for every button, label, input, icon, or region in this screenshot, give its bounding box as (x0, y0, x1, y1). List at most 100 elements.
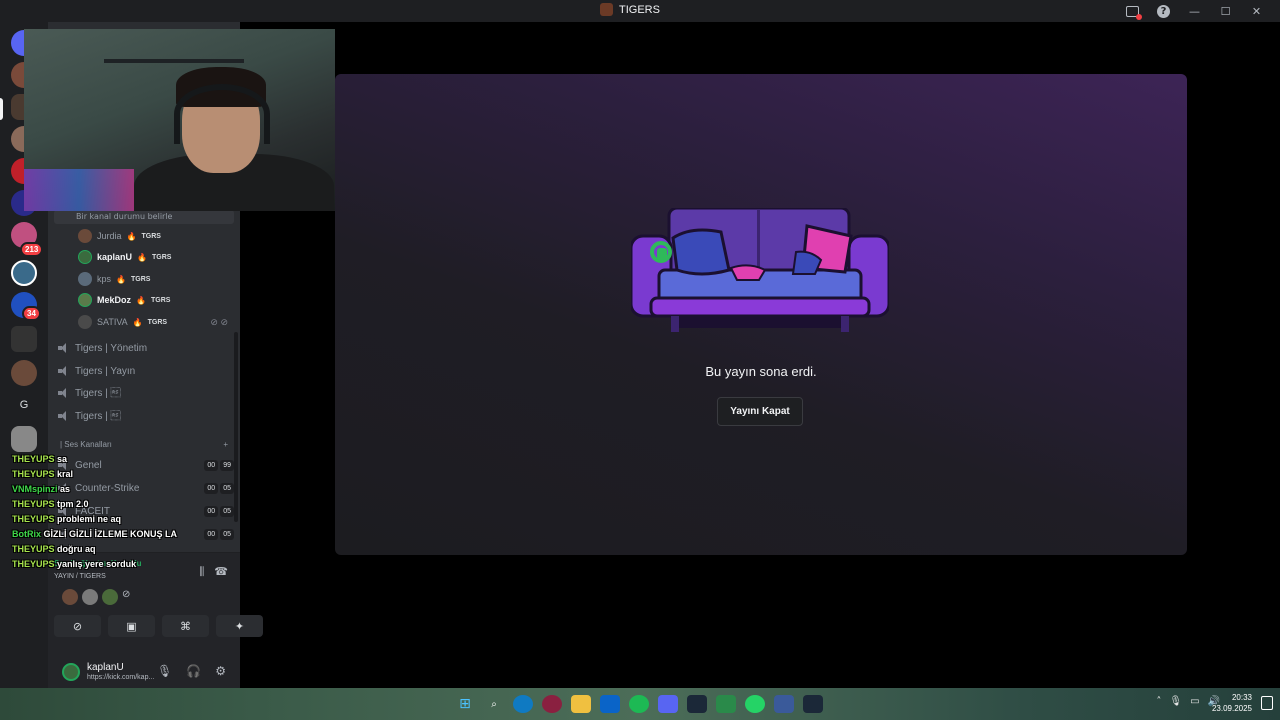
voice-channel[interactable]: Tigers | Yönetim (58, 338, 234, 358)
settings-icon[interactable]: ⚙ (215, 664, 226, 678)
unread-badge: 213 (20, 242, 44, 257)
notification-icon[interactable] (1261, 696, 1273, 710)
start-icon[interactable]: ⊞ (455, 695, 475, 713)
user-panel: kaplanU https://kick.com/kap... 🎙 🎧 ⚙ (48, 652, 240, 688)
category-header[interactable]: | Ses Kanalları + (60, 440, 228, 449)
maximize-button[interactable]: ☐ (1210, 3, 1241, 19)
app-icon[interactable] (542, 695, 562, 713)
headphones-icon[interactable]: 🎧 (186, 664, 201, 678)
channel-status-input[interactable]: Bir kanal durumu belirle (54, 210, 234, 224)
server-tag: TGRS (151, 253, 172, 261)
minimize-button[interactable]: — (1179, 3, 1210, 19)
network-icon[interactable]: ▭ (1190, 696, 1199, 707)
avatar[interactable] (82, 589, 98, 605)
outlook-icon[interactable] (600, 695, 620, 713)
server-icon-7[interactable] (11, 260, 37, 286)
server-icon-9[interactable] (11, 326, 37, 352)
selected-server-indicator (0, 98, 3, 120)
chat-message: THEYUPS problemi ne aq (12, 514, 122, 524)
help-icon: ? (1157, 4, 1170, 18)
gamepad-icon: ⌘ (180, 619, 191, 633)
voice-channel[interactable]: Tigers | (58, 383, 234, 403)
user-avatar[interactable] (62, 663, 80, 681)
scrollbar[interactable] (234, 332, 238, 522)
voice-channel[interactable]: Tigers | (58, 406, 234, 426)
microphone-icon[interactable]: 🎙 (1169, 696, 1182, 707)
whatsapp-icon[interactable] (745, 695, 765, 713)
category-name: | Ses Kanalları (60, 440, 112, 449)
spotify-icon[interactable] (629, 695, 649, 713)
screen-share-icon: ▣ (126, 619, 137, 633)
voice-user-name: MekDoz (97, 295, 132, 305)
voice-user[interactable]: SATIVA 🔥 TGRS ⊘ ⊘ (78, 313, 228, 331)
voice-user[interactable]: kaplanU 🔥 TGRS (78, 248, 171, 266)
screen-share-button[interactable]: ▣ (108, 615, 155, 637)
chat-message: THEYUPS tpm 2.0 (12, 499, 89, 509)
search-icon[interactable]: ⌕ (484, 695, 504, 713)
rgb-pc (24, 169, 134, 211)
taskbar-apps: ⊞ ⌕ (455, 695, 823, 713)
server-tag: TGRS (150, 296, 171, 304)
server-icon-letter[interactable]: G (11, 392, 37, 418)
window-controls: ? — ☐ ✕ (1117, 3, 1272, 20)
app-icon[interactable] (774, 695, 794, 713)
avatar (78, 272, 92, 286)
channel-name: Tigers | (75, 410, 121, 422)
disconnect-icon[interactable]: ☎ (214, 565, 228, 579)
voice-user-name: SATIVA (97, 317, 128, 327)
avatar (78, 250, 92, 264)
window-title: TIGERS (600, 3, 660, 16)
voice-user[interactable]: MekDoz 🔥 TGRS (78, 291, 170, 309)
voice-user[interactable]: kps 🔥 TGRS (78, 270, 150, 288)
user-controls: 🎙 🎧 ⚙ (157, 664, 226, 678)
close-stream-button[interactable]: Yayını Kapat (717, 397, 803, 426)
server-tag: TGRS (141, 232, 161, 240)
edge-icon[interactable] (513, 695, 533, 713)
activity-button[interactable]: ⌘ (162, 615, 209, 637)
speaker-icon (58, 343, 69, 353)
clock[interactable]: 20:33 23.09.2025 (1212, 692, 1252, 714)
help-button[interactable]: ? (1148, 3, 1179, 19)
title-bar: TIGERS ? — ☐ ✕ (0, 0, 1280, 22)
voice-user-name: kps (97, 274, 112, 284)
server-tag: TGRS (147, 318, 168, 326)
maximize-icon: ☐ (1220, 4, 1231, 18)
inbox-button[interactable] (1117, 3, 1148, 20)
user-name[interactable]: kaplanU (87, 662, 124, 673)
microphone-icon[interactable]: 🎙 (157, 664, 172, 678)
steam-icon[interactable] (803, 695, 823, 713)
chat-message: THEYUPS yanlış yere sorduk (12, 559, 137, 569)
close-window-button[interactable]: ✕ (1241, 3, 1272, 19)
close-icon: ✕ (1251, 4, 1262, 18)
server-tag: TGRS (130, 275, 151, 283)
fire-icon: 🔥 (136, 295, 146, 305)
avatar[interactable] (102, 589, 118, 605)
chat-message: THEYUPS doğru aq (12, 544, 96, 554)
avatar (78, 293, 92, 307)
stream-stage: Bu yayın sona erdi. Yayını Kapat (335, 74, 1187, 555)
soundboard-button[interactable]: ✦ (216, 615, 263, 637)
discord-icon[interactable] (658, 695, 678, 713)
add-channel-icon[interactable]: + (223, 440, 228, 449)
camera-button[interactable]: ⊘ (54, 615, 101, 637)
windows-taskbar: ⊞ ⌕ ˄ 🎙 ▭ 🔊 20:33 23.09.2025 (0, 688, 1280, 720)
file-explorer-icon[interactable] (571, 695, 591, 713)
connection-location[interactable]: YAYIN / TIGERS (54, 573, 106, 580)
fire-icon: 🔥 (137, 252, 147, 262)
channel-name: Tigers | Yayın (75, 365, 136, 377)
soundboard-icon: ✦ (234, 619, 245, 633)
server-icon-11[interactable] (11, 426, 37, 452)
chevron-up-icon[interactable]: ˄ (1156, 696, 1161, 707)
speaker-icon (58, 411, 69, 421)
fire-icon: 🔥 (126, 231, 137, 241)
voice-channel[interactable]: Tigers | Yayın (58, 361, 234, 381)
server-icon-10[interactable] (11, 360, 37, 386)
fire-icon: 🔥 (132, 317, 143, 327)
avatar[interactable] (62, 589, 78, 605)
minimize-icon: — (1189, 4, 1200, 18)
unread-badge: 34 (22, 306, 41, 321)
stream-ended-message: Bu yayın sona erdi. (705, 364, 817, 379)
steam-icon[interactable] (687, 695, 707, 713)
voice-user[interactable]: Jurdia 🔥 TGRS (78, 227, 161, 245)
app-icon[interactable] (716, 695, 736, 713)
